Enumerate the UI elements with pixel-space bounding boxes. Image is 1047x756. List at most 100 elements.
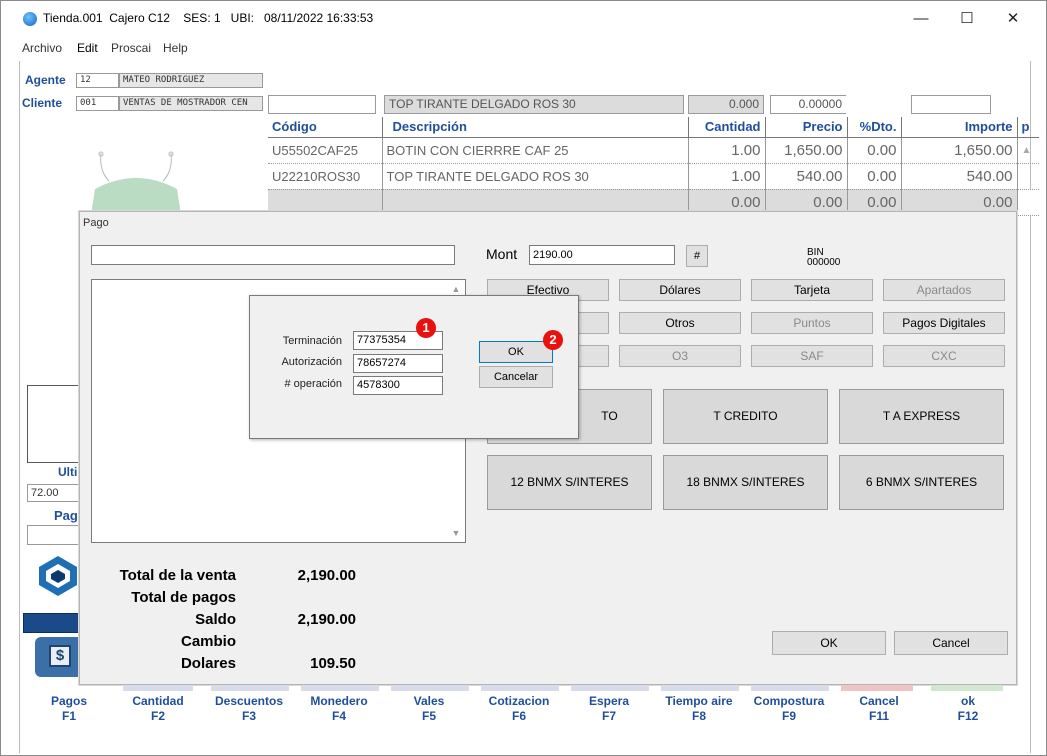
card-cancelar-button[interactable]: Cancelar: [479, 366, 553, 388]
operacion-label: # operación: [284, 378, 343, 390]
cell-cantidad: 1.00: [688, 163, 766, 190]
close-button[interactable]: ✕: [991, 6, 1035, 32]
minimize-button[interactable]: —: [899, 6, 943, 32]
fkey-pagos[interactable]: Pagos F1: [29, 694, 109, 724]
fkey-monedero[interactable]: Monedero F4: [299, 694, 379, 724]
menu-proscai[interactable]: Proscai: [111, 41, 151, 55]
fkey-ok[interactable]: ok F12: [928, 694, 1008, 724]
scroll-track: [1017, 163, 1039, 190]
t-a-express-button[interactable]: T A EXPRESS: [839, 389, 1004, 444]
fkey-cotizacion[interactable]: Cotizacion F6: [479, 694, 559, 724]
o3-button[interactable]: O3: [619, 345, 741, 367]
pago-dialog-title: Pago: [83, 217, 109, 229]
fkey-cantidad[interactable]: Cantidad F2: [118, 694, 198, 724]
table-row[interactable]: U22210ROS30 TOP TIRANTE DELGADO ROS 30 1…: [268, 163, 1039, 190]
fkey-code: F11: [868, 709, 889, 723]
window-title: Tienda.001 Cajero C12 SES: 1 UBI: 08/11/…: [43, 11, 374, 25]
cell-dto: 0.00: [847, 163, 902, 190]
fkey-code: F1: [61, 709, 76, 723]
agente-name-field: MATEO RODRIGUEZ: [119, 73, 263, 88]
menu-archivo[interactable]: Archivo: [22, 41, 62, 55]
annotation-badge-2: 2: [543, 330, 563, 350]
col-dto[interactable]: %Dto.: [847, 117, 902, 138]
fkey-bar: [391, 685, 469, 691]
fkey-code: F4: [331, 709, 346, 723]
cell-codigo: U22210ROS30: [268, 163, 383, 190]
fkey-bar: [751, 685, 829, 691]
fkey-cancel[interactable]: Cancel F11: [839, 694, 919, 724]
title-bar: Tienda.001 Cajero C12 SES: 1 UBI: 08/11/…: [1, 1, 1046, 35]
pago-ok-button[interactable]: OK: [772, 631, 886, 655]
hash-button[interactable]: #: [686, 245, 708, 267]
pago-reference-input[interactable]: [91, 245, 455, 265]
price-field[interactable]: 0.00000: [770, 95, 846, 114]
t-credito-button[interactable]: T CREDITO: [663, 389, 828, 444]
list-scroll-down-icon[interactable]: ▼: [449, 526, 463, 540]
cell-importe: 540.00: [901, 163, 1018, 190]
mont-label: Mont: [486, 246, 518, 262]
12-bnmx-button[interactable]: 12 BNMX S/INTERES: [487, 455, 652, 510]
fkey-tiempo-aire[interactable]: Tiempo aire F8: [659, 694, 739, 724]
col-p[interactable]: p: [1017, 117, 1039, 138]
pagos-digitales-button[interactable]: Pagos Digitales: [883, 312, 1005, 334]
fkey-compostura[interactable]: Compostura F9: [749, 694, 829, 724]
card-auth-dialog: Terminación 77375354 Autorización 786572…: [249, 295, 579, 439]
fkey-code: F9: [781, 709, 796, 723]
otros-button[interactable]: Otros: [619, 312, 741, 334]
col-descripcion[interactable]: Descripción: [382, 117, 689, 138]
maximize-button[interactable]: ☐: [945, 6, 989, 32]
fkey-code: F5: [421, 709, 436, 723]
pago-cancel-button[interactable]: Cancel: [894, 631, 1008, 655]
cell-descripcion: BOTIN CON CIERRRE CAF 25: [382, 137, 689, 164]
col-codigo[interactable]: Código: [268, 117, 383, 138]
puntos-button[interactable]: Puntos: [751, 312, 873, 334]
fkey-label: ok: [960, 694, 975, 708]
fkey-bar: [661, 685, 739, 691]
operacion-input[interactable]: 4578300: [353, 376, 443, 395]
18-bnmx-button[interactable]: 18 BNMX S/INTERES: [663, 455, 828, 510]
saldo-label: Saldo: [195, 611, 236, 628]
cash-button[interactable]: $: [35, 637, 79, 677]
fkey-label: Pagos: [50, 694, 87, 708]
agente-code-field[interactable]: 12: [76, 73, 119, 88]
ulti-field[interactable]: 72.00: [27, 484, 79, 502]
table-row[interactable]: U55502CAF25 BOTIN CON CIERRRE CAF 25 1.0…: [268, 137, 1039, 164]
menu-help[interactable]: Help: [163, 41, 188, 55]
card-ok-button[interactable]: OK: [479, 341, 553, 363]
product-search-input[interactable]: [268, 95, 376, 114]
apartados-button[interactable]: Apartados: [883, 279, 1005, 301]
fkey-code: F3: [241, 709, 256, 723]
col-importe[interactable]: Importe: [901, 117, 1018, 138]
extra-field[interactable]: [911, 95, 991, 114]
quantity-field[interactable]: 0.000: [688, 95, 764, 114]
fkey-descuentos[interactable]: Descuentos F3: [209, 694, 289, 724]
photo-box: [27, 385, 79, 463]
cell-precio: 540.00: [765, 163, 848, 190]
col-precio[interactable]: Precio: [765, 117, 848, 138]
list-scroll-up-icon[interactable]: ▲: [449, 282, 463, 296]
cliente-code-field[interactable]: 001: [76, 96, 119, 111]
cell-precio: 1,650.00: [765, 137, 848, 164]
fkey-bar: [571, 685, 649, 691]
pag-field[interactable]: [27, 525, 79, 545]
fkey-label: Tiempo aire: [665, 694, 733, 708]
col-cantidad[interactable]: Cantidad: [688, 117, 766, 138]
6-bnmx-button[interactable]: 6 BNMX S/INTERES: [839, 455, 1004, 510]
cell-importe: 1,650.00: [901, 137, 1018, 164]
fkey-vales[interactable]: Vales F5: [389, 694, 469, 724]
scroll-track: [1017, 189, 1039, 216]
scroll-up-icon[interactable]: ▲: [1017, 137, 1039, 164]
table-header-row: Código Descripción Cantidad Precio %Dto.…: [268, 117, 1039, 138]
tarjeta-button[interactable]: Tarjeta: [751, 279, 873, 301]
cell-cantidad: 1.00: [688, 137, 766, 164]
autorizacion-input[interactable]: 78657274: [353, 354, 443, 373]
product-description-field: TOP TIRANTE DELGADO ROS 30: [384, 95, 684, 114]
saf-button[interactable]: SAF: [751, 345, 873, 367]
mont-input[interactable]: 2190.00: [529, 245, 675, 265]
cxc-button[interactable]: CXC: [883, 345, 1005, 367]
annotation-badge-1: 1: [416, 318, 436, 338]
fkey-code: F2: [150, 709, 165, 723]
menu-edit[interactable]: Edit: [77, 41, 98, 55]
fkey-espera[interactable]: Espera F7: [569, 694, 649, 724]
dolares-button[interactable]: Dólares: [619, 279, 741, 301]
